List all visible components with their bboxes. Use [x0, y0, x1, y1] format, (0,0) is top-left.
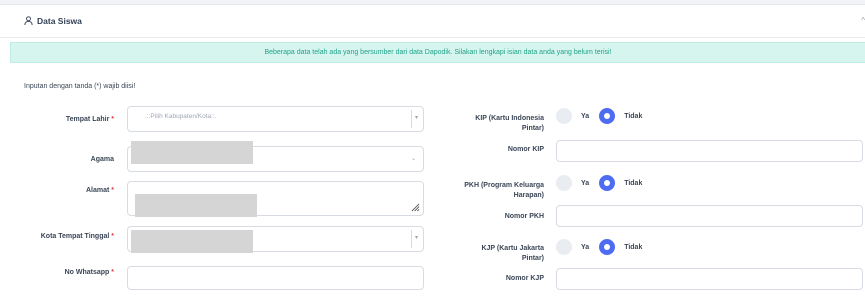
kjp-radio-no-label: Tidak: [624, 243, 643, 251]
kip-radio-group: Ya Tidak: [556, 108, 652, 124]
nomor-pkh-label: Nomor PKH: [504, 213, 544, 220]
nomor-kip-input[interactable]: [556, 140, 863, 162]
section-header[interactable]: Data Siswa ^: [0, 6, 865, 38]
pkh-radio-no[interactable]: [599, 175, 616, 191]
kjp-radio-no[interactable]: [599, 239, 616, 255]
top-strip: [0, 0, 865, 5]
kip-radio-yes-label: Ya: [581, 112, 590, 120]
kjp-radio-group: Ya Tidak: [556, 239, 652, 255]
pkh-radio-yes-label: Ya: [581, 179, 590, 187]
pkh-radio-no-label: Tidak: [624, 179, 643, 187]
resize-handle-icon[interactable]: [411, 203, 420, 212]
kip-radio-yes[interactable]: [556, 108, 572, 124]
nomor-kip-label: Nomor KIP: [507, 146, 544, 153]
chevron-down-icon: ▾: [415, 115, 419, 121]
tempat-lahir-label: Tempat Lahir *: [65, 116, 114, 123]
section-title: Data Siswa: [37, 16, 82, 26]
kip-radio-no[interactable]: [599, 108, 616, 124]
tempat-lahir-select[interactable]: .::Pilih Kabupaten/Kota::. ▾: [127, 106, 424, 132]
select-divider: [411, 110, 412, 128]
nomor-pkh-input[interactable]: [556, 205, 863, 227]
nomor-kjp-label: Nomor KJP: [505, 275, 544, 282]
pkh-label: PKH (Program Keluarga Harapan): [464, 182, 544, 199]
agama-label: Agama: [90, 156, 114, 163]
user-icon: [24, 16, 33, 26]
no-whatsapp-label: No Whatsapp *: [64, 269, 114, 276]
select-divider: [411, 230, 412, 248]
kip-radio-no-label: Tidak: [624, 112, 643, 120]
kjp-radio-yes[interactable]: [556, 239, 572, 255]
redacted-value: [131, 230, 253, 253]
alamat-label: Alamat *: [85, 187, 114, 194]
required-note: Inputan dengan tanda (*) wajib diisi!: [24, 83, 136, 90]
info-alert: Beberapa data telah ada yang bersumber d…: [10, 42, 865, 63]
chevron-down-icon: ▾: [415, 235, 419, 241]
pkh-radio-yes[interactable]: [556, 175, 572, 191]
section-title-wrap: Data Siswa: [24, 16, 82, 26]
chevron-down-icon: ⌄: [411, 156, 417, 162]
chevron-up-icon[interactable]: ^: [861, 16, 865, 25]
kjp-radio-yes-label: Ya: [581, 243, 590, 251]
pkh-radio-group: Ya Tidak: [556, 175, 652, 191]
kota-tempat-tinggal-label: Kota Tempat Tinggal *: [40, 233, 114, 240]
redacted-value: [131, 141, 253, 164]
no-whatsapp-input[interactable]: [127, 266, 424, 290]
tempat-lahir-placeholder: .::Pilih Kabupaten/Kota::.: [145, 113, 217, 120]
redacted-value: [135, 194, 257, 217]
kip-label: KIP (Kartu Indonesia Pintar): [475, 115, 544, 132]
nomor-kjp-input[interactable]: [556, 268, 863, 290]
kjp-label: KJP (Kartu Jakarta Pintar): [481, 245, 544, 262]
